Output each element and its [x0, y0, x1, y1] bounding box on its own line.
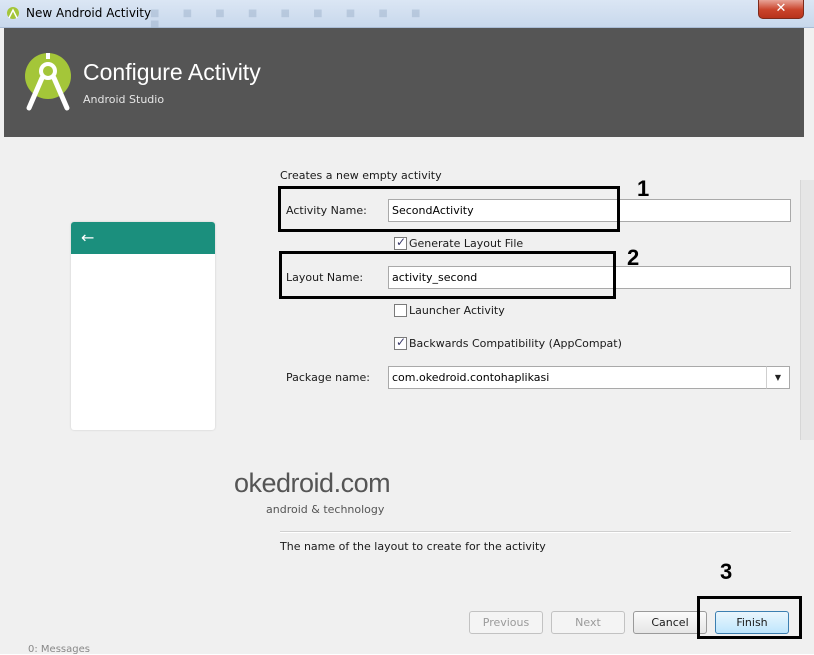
close-button[interactable]: ✕: [758, 0, 804, 19]
android-studio-logo-icon: [25, 53, 71, 111]
scrollbar[interactable]: [800, 180, 814, 440]
previous-button[interactable]: Previous: [469, 611, 543, 634]
android-studio-icon: [7, 7, 19, 19]
chevron-down-icon[interactable]: ▼: [766, 366, 790, 389]
annotation-number-1: 1: [637, 176, 650, 201]
next-button[interactable]: Next: [551, 611, 625, 634]
field-description: The name of the layout to create for the…: [280, 540, 546, 553]
annotation-number-2: 2: [627, 245, 640, 270]
page-title: Configure Activity: [83, 59, 261, 85]
window-title: New Android Activity: [26, 6, 152, 20]
intro-text: Creates a new empty activity: [280, 169, 442, 182]
window-titlebar: New Android Activity ■ ■ ■ ■ ■ ■ ■ ■ ■ ■: [0, 0, 814, 30]
generate-layout-label: Generate Layout File: [409, 237, 524, 250]
divider-highlight: [280, 532, 791, 533]
background-messages-tab: 0: Messages: [28, 644, 90, 655]
highlight-box-2: [279, 251, 616, 299]
dialog-header: Configure Activity Android Studio: [4, 28, 804, 137]
activity-preview: ←: [71, 222, 215, 430]
package-name-combo[interactable]: com.okedroid.contohaplikasi: [388, 366, 767, 389]
cancel-button[interactable]: Cancel: [633, 611, 707, 634]
highlight-box-3: [697, 596, 802, 639]
annotation-number-3: 3: [720, 559, 733, 584]
launcher-activity-label: Launcher Activity: [409, 304, 505, 317]
backwards-compat-label: Backwards Compatibility (AppCompat): [409, 337, 622, 350]
launcher-activity-checkbox[interactable]: [394, 304, 407, 317]
package-name-label: Package name:: [286, 371, 370, 384]
highlight-box-1: [278, 186, 620, 232]
generate-layout-checkbox[interactable]: [394, 235, 407, 250]
back-arrow-icon: ←: [81, 228, 95, 247]
background-toolbar-icons: ■ ■ ■ ■ ■ ■ ■ ■ ■ ■: [150, 8, 431, 30]
page-subtitle: Android Studio: [83, 93, 165, 106]
watermark-logo-text: okedroid.com: [234, 468, 391, 498]
preview-app-bar: ←: [71, 222, 215, 254]
backwards-compat-checkbox[interactable]: [394, 335, 407, 350]
watermark-tagline: android & technology: [266, 503, 385, 516]
